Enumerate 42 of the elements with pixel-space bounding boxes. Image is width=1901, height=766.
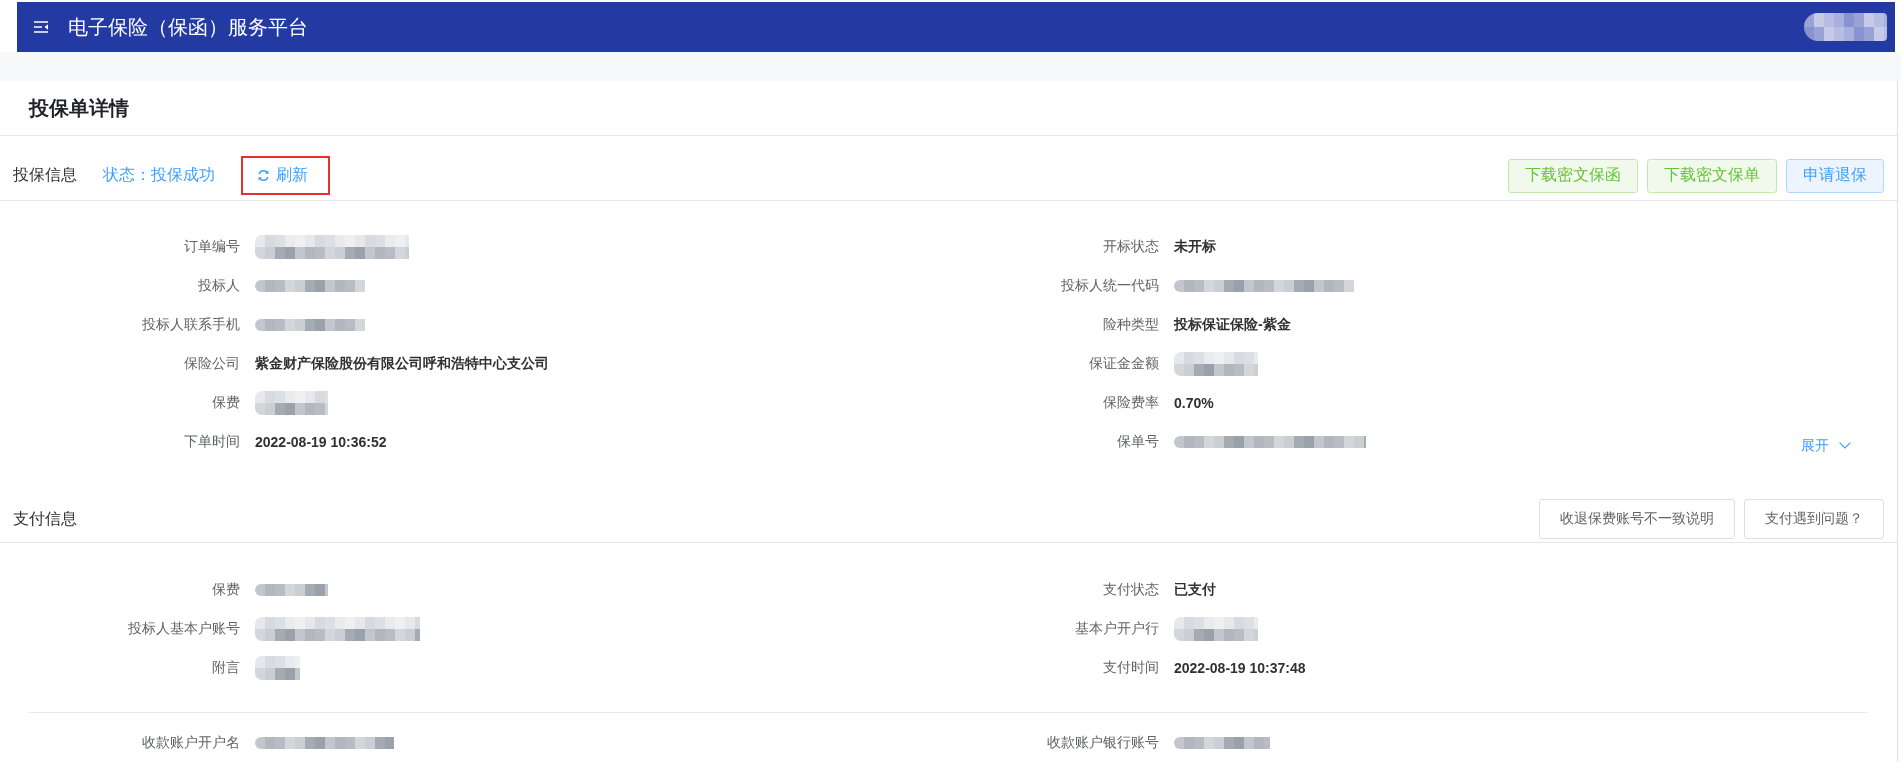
field-value: 紫金财产保险股份有限公司呼和浩特中心支公司 — [255, 354, 549, 373]
payment-help-button[interactable]: 支付遇到问题？ — [1744, 499, 1884, 539]
expand-link[interactable]: 展开 — [1801, 426, 1851, 465]
field-value: 已支付 — [1174, 580, 1216, 599]
field-label: 保证金金额 — [1089, 354, 1159, 373]
field-value: 0.70% — [1174, 394, 1214, 411]
field-label: 险种类型 — [1103, 315, 1159, 334]
menu-icon[interactable] — [34, 21, 48, 33]
refresh-icon — [257, 169, 270, 182]
refund-request-button[interactable]: 申请退保 — [1786, 158, 1884, 193]
field-label: 附言 — [212, 658, 240, 677]
field-label: 支付状态 — [1103, 580, 1159, 599]
field-label: 投标人 — [198, 276, 240, 295]
field-label: 订单编号 — [184, 237, 240, 256]
field-label: 下单时间 — [184, 432, 240, 451]
section-title: 投保信息 — [13, 165, 77, 185]
download-policy-button[interactable]: 下载密文保单 — [1647, 158, 1777, 193]
field-label: 保险公司 — [184, 354, 240, 373]
section-title: 支付信息 — [13, 508, 77, 529]
field-label: 保费 — [212, 393, 240, 412]
status-text: 状态：投保成功 — [103, 165, 215, 185]
field-value: 2022-08-19 10:37:48 — [1174, 659, 1306, 676]
field-label: 保险费率 — [1103, 393, 1159, 412]
field-value: 未开标 — [1174, 237, 1216, 256]
field-value: 2022-08-19 10:36:52 — [255, 433, 387, 450]
field-label: 收款账户开户名 — [142, 733, 240, 752]
field-label: 投标人联系手机 — [142, 315, 240, 334]
field-label: 开标状态 — [1103, 237, 1159, 256]
field-label: 投标人基本户账号 — [128, 619, 240, 638]
account-mismatch-button[interactable]: 收退保费账号不一致说明 — [1539, 499, 1735, 539]
field-label: 基本户开户行 — [1075, 619, 1159, 638]
field-label: 保单号 — [1117, 432, 1159, 451]
chevron-down-icon — [1839, 442, 1851, 449]
refresh-link[interactable]: 刷新 — [257, 165, 308, 186]
app-title: 电子保险（保函）服务平台 — [68, 14, 308, 40]
field-label: 收款账户银行账号 — [1047, 733, 1159, 752]
field-label: 支付时间 — [1103, 658, 1159, 677]
field-label: 保费 — [212, 580, 240, 599]
field-value: 投标保证保险-紫金 — [1174, 315, 1291, 334]
field-label: 投标人统一代码 — [1061, 276, 1159, 295]
download-guarantee-button[interactable]: 下载密文保函 — [1508, 158, 1638, 193]
page-title: 投保单详情 — [29, 95, 129, 121]
